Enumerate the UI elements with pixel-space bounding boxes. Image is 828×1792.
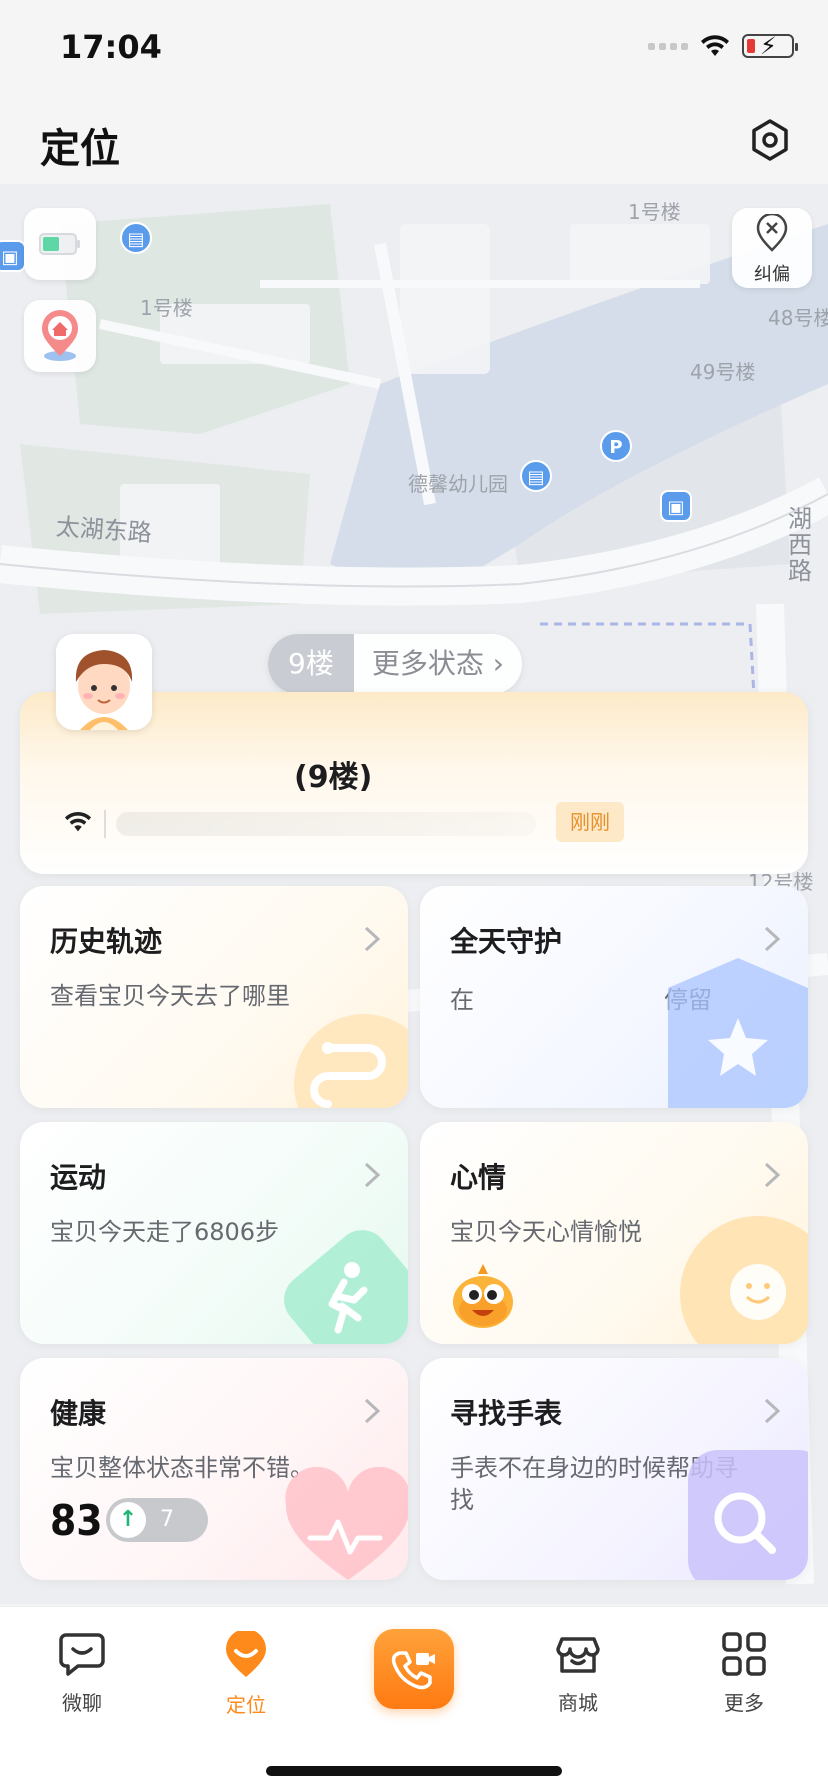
bus-stop-icon[interactable]: ▣ xyxy=(660,490,692,522)
all-day-guard-desc-prefix: 在 xyxy=(450,986,474,1014)
health-trend-value: 7 xyxy=(160,1507,174,1532)
position-correct-label: 纠偏 xyxy=(754,264,790,285)
bus-stop-icon[interactable]: ▣ xyxy=(0,240,26,272)
mood-card[interactable]: 心情 宝贝今天心情愉悦 xyxy=(420,1122,808,1344)
map-label-building-49: 49号楼 xyxy=(690,360,756,384)
mood-title: 心情 xyxy=(450,1161,507,1194)
update-time-badge: 刚刚 xyxy=(556,802,624,842)
heart-rate-icon xyxy=(285,1466,408,1580)
wifi-icon xyxy=(701,35,729,56)
chevron-right-icon xyxy=(364,926,381,952)
sport-desc: 宝贝今天走了6806步 xyxy=(50,1218,280,1246)
page-title: 定位 xyxy=(40,126,120,172)
chevron-right-icon xyxy=(764,1398,781,1424)
tab-chat-label: 微聊 xyxy=(62,1691,102,1715)
bookstore-poi-icon[interactable]: ▤ xyxy=(120,222,152,254)
running-icon xyxy=(284,1230,408,1344)
map-label-huxi-road: 湖西路 xyxy=(788,505,812,585)
location-correct-icon xyxy=(756,212,788,252)
grid-icon xyxy=(722,1632,766,1676)
health-card[interactable]: 健康 宝贝整体状态非常不错。 83 ↑ 7 xyxy=(20,1358,408,1580)
kindergarten-poi-icon[interactable]: ▤ xyxy=(520,460,552,492)
video-call-button[interactable] xyxy=(374,1629,454,1709)
all-day-guard-card[interactable]: 全天守护 在 停留 xyxy=(420,886,808,1108)
home-indicator[interactable] xyxy=(266,1766,562,1776)
position-correct-button[interactable]: 纠偏 xyxy=(732,208,812,288)
child-avatar-image xyxy=(56,634,152,730)
tab-more-label: 更多 xyxy=(724,1691,764,1715)
chevron-right-icon xyxy=(364,1162,381,1188)
health-title: 健康 xyxy=(50,1397,107,1430)
shield-star-icon xyxy=(668,958,808,1108)
shop-icon xyxy=(556,1637,600,1673)
location-icon xyxy=(226,1629,266,1677)
mood-emoji-icon xyxy=(453,1264,513,1328)
parking-poi-icon[interactable]: P xyxy=(600,430,632,462)
video-call-icon xyxy=(391,1651,435,1690)
location-address: (9楼) xyxy=(294,760,373,795)
map-label-building-1b: 1号楼 xyxy=(140,296,193,320)
map-label-kindergarten: 德馨幼儿园 xyxy=(408,472,508,496)
wifi-location-icon xyxy=(64,811,92,832)
tab-location-label: 定位 xyxy=(226,1693,266,1717)
more-status-label: 更多状态 xyxy=(371,647,484,680)
tab-shop[interactable]: 商城 xyxy=(518,1631,638,1716)
chevron-right-icon xyxy=(764,1162,781,1188)
floor-label: 9楼 xyxy=(268,634,354,694)
mood-desc: 宝贝今天心情愉悦 xyxy=(450,1218,642,1246)
battery-icon: ⚡ xyxy=(742,32,798,60)
settings-icon[interactable] xyxy=(748,118,792,162)
location-divider xyxy=(104,810,106,838)
sport-title: 运动 xyxy=(50,1161,107,1194)
status-bar: 17:04 ⚡ xyxy=(0,0,828,100)
smile-icon xyxy=(680,1216,808,1344)
history-track-title: 历史轨迹 xyxy=(50,925,163,958)
find-watch-card[interactable]: 寻找手表 手表不在身边的时候帮助寻找 xyxy=(420,1358,808,1580)
history-track-card[interactable]: 历史轨迹 查看宝贝今天去了哪里 xyxy=(20,886,408,1108)
app-header: 定位 xyxy=(0,100,828,184)
health-score: 83 xyxy=(50,1496,103,1545)
route-icon xyxy=(294,1014,408,1108)
tab-more[interactable]: 更多 xyxy=(684,1631,804,1716)
all-day-guard-title: 全天守护 xyxy=(450,925,563,958)
home-location-button[interactable] xyxy=(24,300,96,372)
chevron-right-icon xyxy=(364,1398,381,1424)
map-label-building-48: 48号楼 xyxy=(768,306,828,330)
history-track-desc: 查看宝贝今天去了哪里 xyxy=(50,982,290,1010)
trend-up-arrow-icon: ↑ xyxy=(110,1502,146,1538)
watch-battery-button[interactable] xyxy=(24,208,96,280)
more-status-button[interactable]: 更多状态 › xyxy=(354,634,522,694)
sport-card[interactable]: 运动 宝贝今天走了6806步 xyxy=(20,1122,408,1344)
bottom-tab-bar: 微聊 定位 商城 更多 xyxy=(0,1606,828,1792)
battery-status-icon xyxy=(39,233,80,255)
find-watch-title: 寻找手表 xyxy=(450,1397,563,1430)
tab-location[interactable]: 定位 xyxy=(186,1629,306,1718)
tab-chat[interactable]: 微聊 xyxy=(22,1631,142,1716)
child-avatar[interactable] xyxy=(56,634,152,730)
home-pin-icon xyxy=(42,310,78,361)
status-icons: ⚡ xyxy=(648,32,798,60)
map-label-taihu-east-road: 太湖东路 xyxy=(54,512,153,548)
chat-icon xyxy=(59,1633,105,1676)
search-icon xyxy=(688,1450,808,1580)
tab-shop-label: 商城 xyxy=(558,1691,598,1715)
status-time: 17:04 xyxy=(60,28,162,66)
map-label-building-1a: 1号楼 xyxy=(628,200,681,224)
cellular-signal-icon xyxy=(648,42,688,50)
health-trend-badge: ↑ 7 xyxy=(106,1498,208,1542)
floor-status-pill[interactable]: 9楼 更多状态 › xyxy=(268,634,522,694)
location-detail-redacted xyxy=(116,812,536,836)
